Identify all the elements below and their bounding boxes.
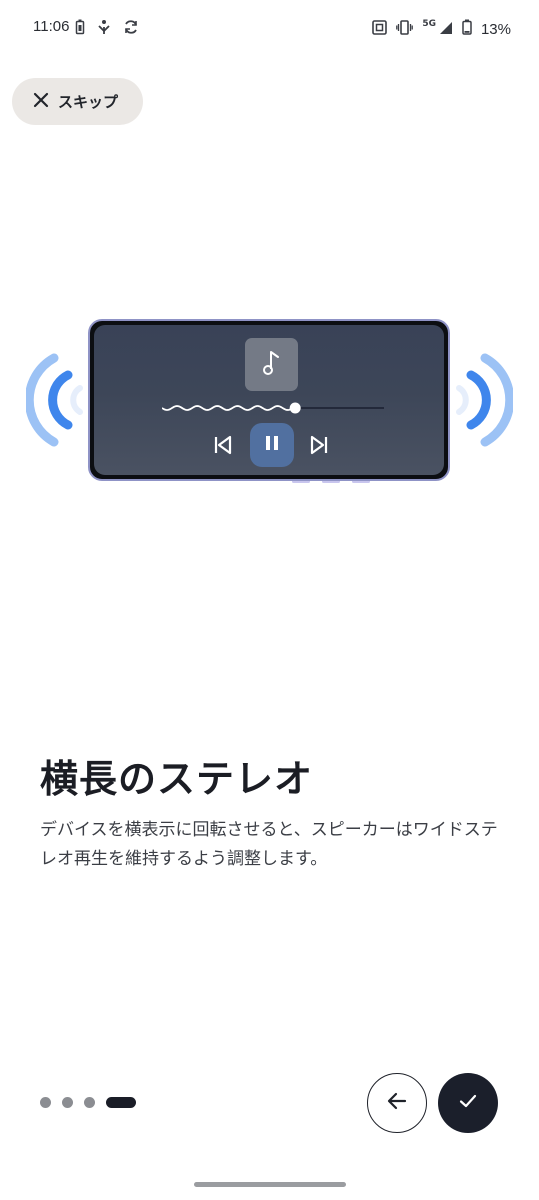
skip-label: スキップ	[58, 93, 119, 111]
status-right-icons: 5G 13%	[372, 19, 511, 39]
page-dot	[84, 1097, 95, 1108]
skip-button[interactable]: スキップ	[12, 78, 143, 125]
signal-icon	[439, 20, 453, 39]
page-description: デバイスを横表示に回転させると、スピーカーはワイドステレオ再生を維持するよう調整…	[40, 820, 498, 869]
battery-saver-icon	[75, 19, 85, 39]
status-bar: 11:06 5G 13%	[0, 0, 539, 58]
stereo-illustration	[0, 300, 539, 500]
check-icon	[457, 1090, 479, 1116]
close-icon	[33, 92, 49, 112]
accessibility-icon	[97, 19, 111, 39]
media-controls	[212, 423, 330, 467]
right-speaker-waves-icon	[453, 350, 515, 454]
battery-icon	[462, 19, 472, 39]
nfc-icon	[372, 19, 388, 39]
network-type: 5G	[422, 19, 436, 29]
status-time: 11:06	[33, 18, 70, 35]
back-button[interactable]	[367, 1073, 427, 1133]
battery-percent: 13%	[480, 20, 511, 38]
status-left-icons	[75, 19, 139, 39]
next-icon	[308, 434, 330, 460]
page-dot-active	[106, 1097, 136, 1108]
album-art	[245, 338, 298, 391]
landscape-phone	[88, 319, 450, 481]
seek-thumb	[289, 402, 301, 414]
seek-bar	[162, 402, 384, 414]
page-dot	[40, 1097, 51, 1108]
page-dot	[62, 1097, 73, 1108]
phone-screen	[94, 325, 444, 475]
arrow-left-icon	[385, 1089, 409, 1117]
music-note-icon	[261, 349, 283, 381]
page-title: 横長のステレオ	[40, 757, 314, 801]
done-button[interactable]	[438, 1073, 498, 1133]
pause-icon	[263, 434, 281, 456]
previous-icon	[212, 434, 234, 460]
vibrate-icon	[396, 19, 414, 39]
sync-icon	[123, 19, 139, 39]
seek-bar-played	[162, 405, 296, 411]
page-indicator	[40, 1097, 136, 1108]
home-indicator[interactable]	[194, 1182, 346, 1187]
left-speaker-waves-icon	[24, 350, 86, 454]
pause-button	[250, 423, 294, 467]
